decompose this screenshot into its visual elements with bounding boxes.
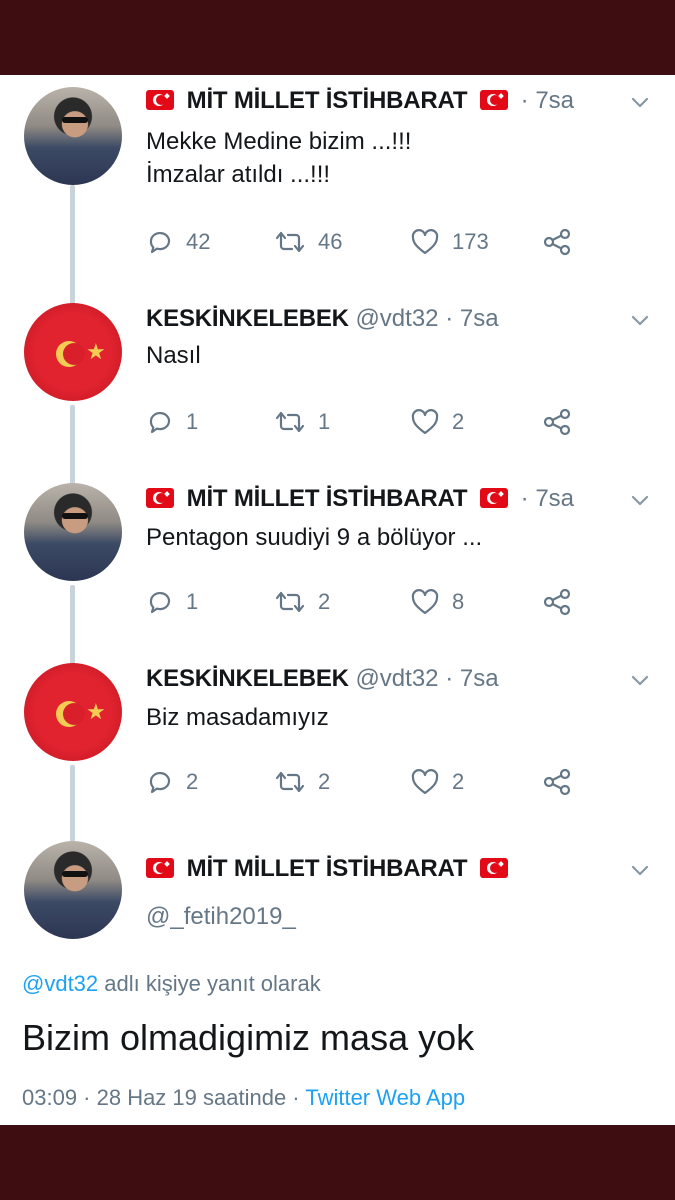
- share-button[interactable]: [542, 767, 572, 797]
- like-icon: [411, 769, 439, 795]
- replying-to-label: adlı kişiye yanıt olarak: [104, 971, 321, 996]
- user-handle[interactable]: @_fetih2019_: [146, 903, 296, 931]
- retweet-icon: [275, 411, 305, 433]
- turkish-flag-icon: [480, 90, 508, 110]
- reply-icon: [149, 411, 171, 434]
- retweet-icon: [275, 591, 305, 613]
- chevron-down-icon[interactable]: [629, 669, 651, 691]
- display-name[interactable]: MİT MİLLET İSTİHBARAT: [187, 855, 468, 882]
- reply-button[interactable]: 42: [146, 227, 210, 257]
- share-icon: [543, 588, 571, 616]
- avatar[interactable]: ★: [24, 303, 122, 401]
- retweet-icon: [275, 231, 305, 253]
- like-count: 2: [452, 409, 465, 434]
- tweet-time[interactable]: · 7sa: [521, 87, 574, 114]
- turkish-flag-icon: [480, 488, 508, 508]
- retweet-button[interactable]: 46: [274, 227, 342, 257]
- like-button[interactable]: 8: [410, 587, 464, 617]
- tweet-text: Mekke Medine bizim ...!!! İmzalar atıldı…: [146, 128, 412, 188]
- tweet-actions: 42 46 173: [146, 227, 586, 257]
- share-button[interactable]: [542, 587, 572, 617]
- tweet-text: Pentagon suudiyi 9 a bölüyor ...: [146, 524, 483, 551]
- turkish-flag-icon: [146, 488, 174, 508]
- display-name[interactable]: MİT MİLLET İSTİHBARAT: [187, 485, 468, 512]
- share-button[interactable]: [542, 407, 572, 437]
- like-button[interactable]: 2: [410, 407, 464, 437]
- retweet-button[interactable]: 1: [274, 407, 330, 437]
- retweet-button[interactable]: 2: [274, 767, 330, 797]
- like-count: 173: [452, 229, 489, 254]
- reply-icon: [149, 591, 171, 614]
- reply-button[interactable]: 1: [146, 587, 198, 617]
- user-handle[interactable]: @vdt32: [355, 665, 438, 692]
- turkish-flag-icon: [146, 90, 174, 110]
- tweet-header: MİT MİLLET İSTİHBARAT · 7sa: [146, 485, 574, 519]
- retweet-count: 1: [318, 409, 331, 434]
- user-handle[interactable]: @vdt32: [355, 305, 438, 332]
- share-icon: [543, 768, 571, 796]
- display-name[interactable]: MİT MİLLET İSTİHBARAT: [187, 87, 468, 114]
- like-icon: [411, 229, 439, 255]
- like-count: 2: [452, 769, 465, 794]
- chevron-down-icon[interactable]: [629, 859, 651, 881]
- display-name[interactable]: KESKİNKELEBEK: [146, 305, 349, 332]
- avatar[interactable]: [24, 483, 122, 581]
- reply-count: 1: [186, 589, 199, 614]
- reply-icon: [149, 771, 171, 794]
- retweet-count: 2: [318, 769, 331, 794]
- like-icon: [411, 409, 439, 435]
- share-button[interactable]: [542, 227, 572, 257]
- retweet-icon: [275, 771, 305, 793]
- tweet-thread: MİT MİLLET İSTİHBARAT · 7sa Mekke Medine…: [0, 75, 675, 1125]
- tweet-header: MİT MİLLET İSTİHBARAT · 7sa: [146, 87, 574, 121]
- tweet-actions: 2 2 2: [146, 767, 586, 797]
- tweet-time[interactable]: · 7sa: [445, 305, 498, 332]
- turkish-flag-icon: [480, 858, 508, 878]
- share-icon: [543, 228, 571, 256]
- reply-count: 1: [186, 409, 199, 434]
- reply-count: 42: [186, 229, 211, 254]
- tweet-actions: 1 2 8: [146, 587, 586, 617]
- tweet-header: KESKİNKELEBEK @vdt32 · 7sa: [146, 305, 499, 339]
- tweet-time[interactable]: · 7sa: [521, 485, 574, 512]
- chevron-down-icon[interactable]: [629, 489, 651, 511]
- chevron-down-icon[interactable]: [629, 309, 651, 331]
- tweet-text: Nasıl: [146, 342, 201, 369]
- retweet-count: 46: [318, 229, 343, 254]
- display-name[interactable]: KESKİNKELEBEK: [146, 665, 349, 692]
- timestamp-text[interactable]: 03:09 · 28 Haz 19 saatinde ·: [22, 1085, 300, 1110]
- reply-button[interactable]: 1: [146, 407, 198, 437]
- avatar[interactable]: [24, 87, 122, 185]
- like-count: 8: [452, 589, 465, 614]
- avatar[interactable]: ★: [24, 663, 122, 761]
- replying-to-handle[interactable]: @vdt32: [22, 971, 98, 996]
- like-button[interactable]: 173: [410, 227, 489, 257]
- avatar[interactable]: [24, 841, 122, 939]
- source-link[interactable]: Twitter Web App: [305, 1085, 465, 1110]
- share-icon: [543, 408, 571, 436]
- tweet-text: Bizim olmadigimiz masa yok: [22, 1017, 475, 1058]
- tweet-header: MİT MİLLET İSTİHBARAT: [146, 855, 514, 889]
- like-button[interactable]: 2: [410, 767, 464, 797]
- tweet-actions: 1 1 2: [146, 407, 586, 437]
- retweet-button[interactable]: 2: [274, 587, 330, 617]
- like-icon: [411, 589, 439, 615]
- reply-count: 2: [186, 769, 199, 794]
- reply-button[interactable]: 2: [146, 767, 198, 797]
- tweet-time[interactable]: · 7sa: [445, 665, 498, 692]
- turkish-flag-icon: [146, 858, 174, 878]
- tweet-timestamp: 03:09 · 28 Haz 19 saatinde · Twitter Web…: [22, 1085, 465, 1111]
- chevron-down-icon[interactable]: [629, 91, 651, 113]
- retweet-count: 2: [318, 589, 331, 614]
- tweet-header: KESKİNKELEBEK @vdt32 · 7sa: [146, 665, 499, 699]
- replying-to: @vdt32 adlı kişiye yanıt olarak: [22, 971, 321, 997]
- tweet-text: Biz masadamıyız: [146, 704, 329, 731]
- reply-icon: [149, 231, 171, 254]
